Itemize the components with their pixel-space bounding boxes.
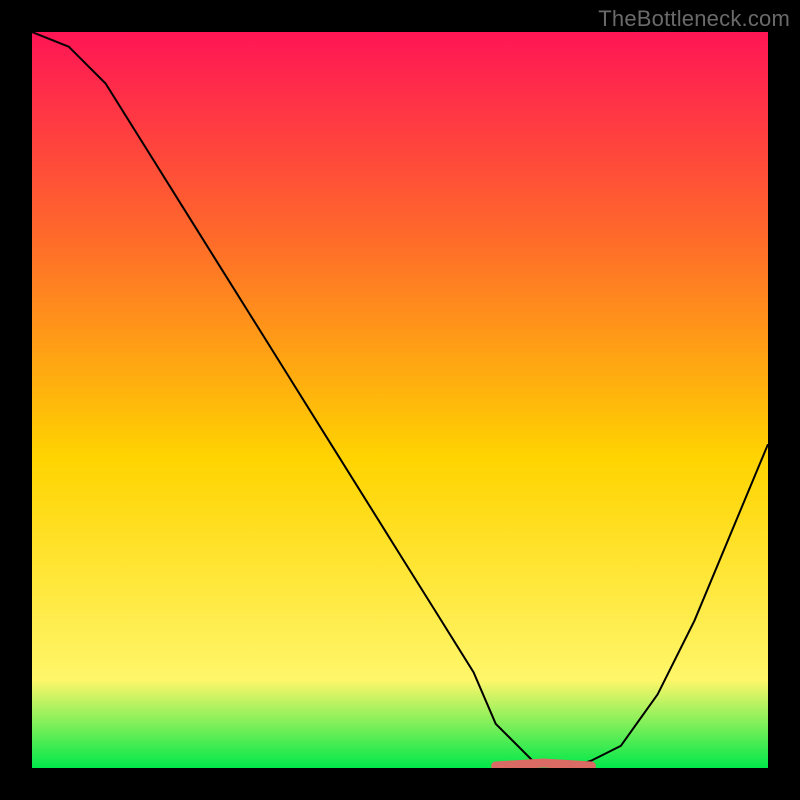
chart-svg <box>32 32 768 768</box>
chart-frame: TheBottleneck.com <box>0 0 800 800</box>
plot-area <box>32 32 768 768</box>
watermark-text: TheBottleneck.com <box>598 6 790 32</box>
floor-band <box>496 763 592 766</box>
